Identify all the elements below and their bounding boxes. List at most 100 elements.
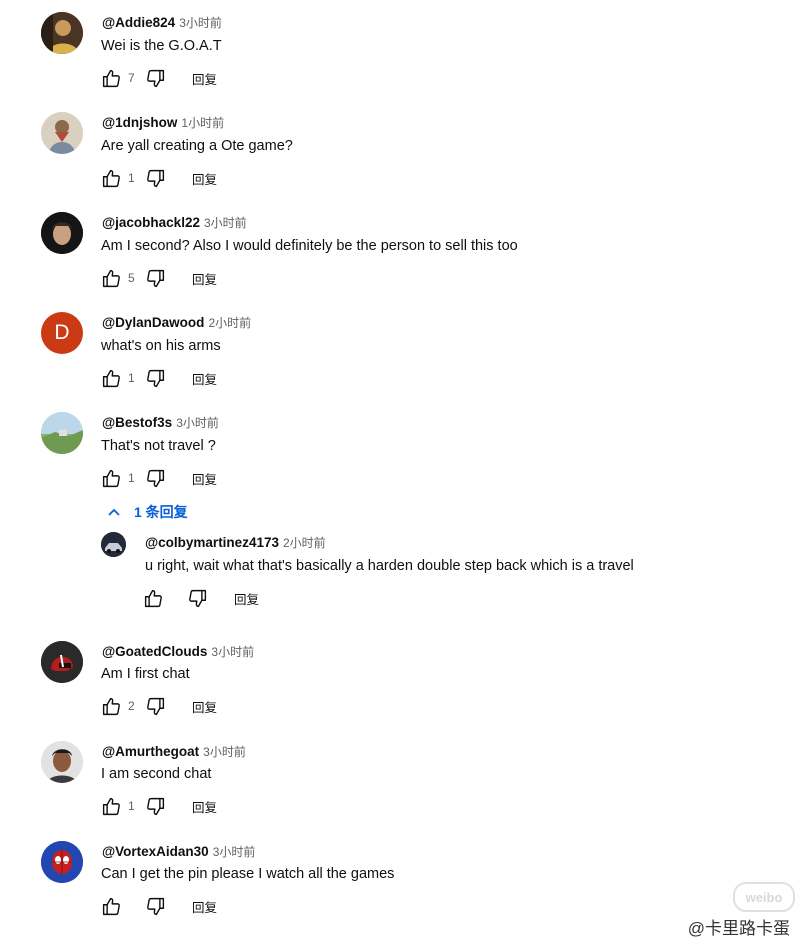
- spider-icon: [41, 841, 83, 883]
- thumbs-up-icon: [102, 797, 120, 815]
- like-count: 1: [128, 799, 135, 813]
- car-icon: [101, 532, 126, 557]
- comment-time[interactable]: 1小时前: [181, 116, 224, 130]
- avatar[interactable]: [41, 841, 83, 883]
- thumbs-down-icon: [146, 697, 164, 715]
- comment-text: what's on his arms: [101, 338, 221, 354]
- like-button[interactable]: [100, 895, 122, 917]
- comment-text: I am second chat: [101, 766, 212, 782]
- like-count: 5: [128, 271, 135, 285]
- dislike-button[interactable]: [144, 695, 166, 717]
- avatar[interactable]: [41, 412, 83, 454]
- avatar[interactable]: D: [41, 312, 83, 354]
- landscape-icon: [41, 412, 83, 454]
- thumbs-down-icon: [146, 797, 164, 815]
- comment-author[interactable]: @Amurthegoat: [102, 744, 199, 759]
- painting-icon: [41, 112, 83, 154]
- thumbs-down-icon: [146, 69, 164, 87]
- like-button[interactable]: [100, 367, 122, 389]
- dislike-button[interactable]: [144, 167, 166, 189]
- like-button[interactable]: [100, 695, 122, 717]
- reply-button[interactable]: 回复: [192, 69, 217, 88]
- comment-time[interactable]: 3小时前: [211, 645, 254, 659]
- thumbs-down-icon: [146, 169, 164, 187]
- comment-text: That's not travel ?: [101, 438, 216, 454]
- comment-text: Are yall creating a Ote game?: [101, 138, 293, 154]
- reply-button[interactable]: 回复: [234, 589, 259, 608]
- avatar[interactable]: [41, 741, 83, 783]
- comment-author[interactable]: @DylanDawood: [102, 315, 204, 330]
- reply-button[interactable]: 回复: [192, 169, 217, 188]
- comment-time[interactable]: 3小时前: [213, 845, 256, 859]
- avatar[interactable]: [101, 532, 126, 557]
- like-button[interactable]: [100, 795, 122, 817]
- replies-toggle-label: 1 条回复: [134, 504, 188, 520]
- comment-author[interactable]: @colbymartinez4173: [145, 535, 279, 550]
- comment-text: Can I get the pin please I watch all the…: [101, 866, 395, 882]
- comment-author[interactable]: @jacobhackl22: [102, 215, 200, 230]
- comment-author[interactable]: @Addie824: [102, 15, 175, 30]
- like-button[interactable]: [100, 167, 122, 189]
- comment-time[interactable]: 3小时前: [179, 16, 222, 30]
- like-count: 7: [128, 71, 135, 85]
- thumbs-up-icon: [102, 897, 120, 915]
- comment-time[interactable]: 3小时前: [203, 745, 246, 759]
- dislike-button[interactable]: [144, 467, 166, 489]
- face-dark-icon: [41, 212, 83, 254]
- thumbs-up-icon: [144, 589, 162, 607]
- thumbs-up-icon: [102, 269, 120, 287]
- helmet-icon: [41, 641, 83, 683]
- like-button[interactable]: [100, 267, 122, 289]
- avatar[interactable]: [41, 641, 83, 683]
- reply-button[interactable]: 回复: [192, 369, 217, 388]
- avatar[interactable]: [41, 112, 83, 154]
- comment-time[interactable]: 2小时前: [283, 536, 326, 550]
- comment-author[interactable]: @1dnjshow: [102, 115, 177, 130]
- thumbs-down-icon: [146, 269, 164, 287]
- comment-text: Am I second? Also I would definitely be …: [101, 238, 518, 254]
- reply-button[interactable]: 回复: [192, 469, 217, 488]
- thumbs-up-icon: [102, 69, 120, 87]
- thumbs-up-icon: [102, 697, 120, 715]
- dislike-button[interactable]: [144, 267, 166, 289]
- thumbs-up-icon: [102, 169, 120, 187]
- comment-text: Am I first chat: [101, 666, 190, 682]
- comment-time[interactable]: 2小时前: [208, 316, 251, 330]
- comment-author[interactable]: @Bestof3s: [102, 415, 172, 430]
- dislike-button[interactable]: [144, 67, 166, 89]
- comment-author[interactable]: @GoatedClouds: [102, 644, 207, 659]
- like-button[interactable]: [100, 467, 122, 489]
- thumbs-down-icon: [188, 589, 206, 607]
- dislike-button[interactable]: [144, 367, 166, 389]
- comment-time[interactable]: 3小时前: [176, 416, 219, 430]
- reply-button[interactable]: 回复: [192, 697, 217, 716]
- like-count: 1: [128, 171, 135, 185]
- like-count: 1: [128, 371, 135, 385]
- like-button[interactable]: [100, 67, 122, 89]
- watermark: @卡里路卡蛋: [687, 919, 790, 938]
- weibo-logo-watermark: weibo: [733, 882, 795, 912]
- like-count: 2: [128, 699, 135, 713]
- person-gold-icon: [41, 12, 83, 54]
- person-icon: [41, 741, 83, 783]
- thumbs-up-icon: [102, 369, 120, 387]
- chevron-up-icon: [108, 508, 120, 516]
- thumbs-down-icon: [146, 897, 164, 915]
- like-button[interactable]: [142, 587, 164, 609]
- avatar[interactable]: [41, 12, 83, 54]
- dislike-button[interactable]: [186, 587, 208, 609]
- avatar[interactable]: [41, 212, 83, 254]
- dislike-button[interactable]: [144, 795, 166, 817]
- reply-button[interactable]: 回复: [192, 897, 217, 916]
- thumbs-down-icon: [146, 469, 164, 487]
- dislike-button[interactable]: [144, 895, 166, 917]
- thumbs-up-icon: [102, 469, 120, 487]
- replies-toggle[interactable]: 1 条回复: [106, 502, 188, 522]
- comment-time[interactable]: 3小时前: [204, 216, 247, 230]
- like-count: 1: [128, 471, 135, 485]
- comment-text: Wei is the G.O.A.T: [101, 38, 222, 54]
- avatar-letter: D: [54, 321, 70, 344]
- reply-button[interactable]: 回复: [192, 797, 217, 816]
- comment-author[interactable]: @VortexAidan30: [102, 844, 209, 859]
- reply-button[interactable]: 回复: [192, 269, 217, 288]
